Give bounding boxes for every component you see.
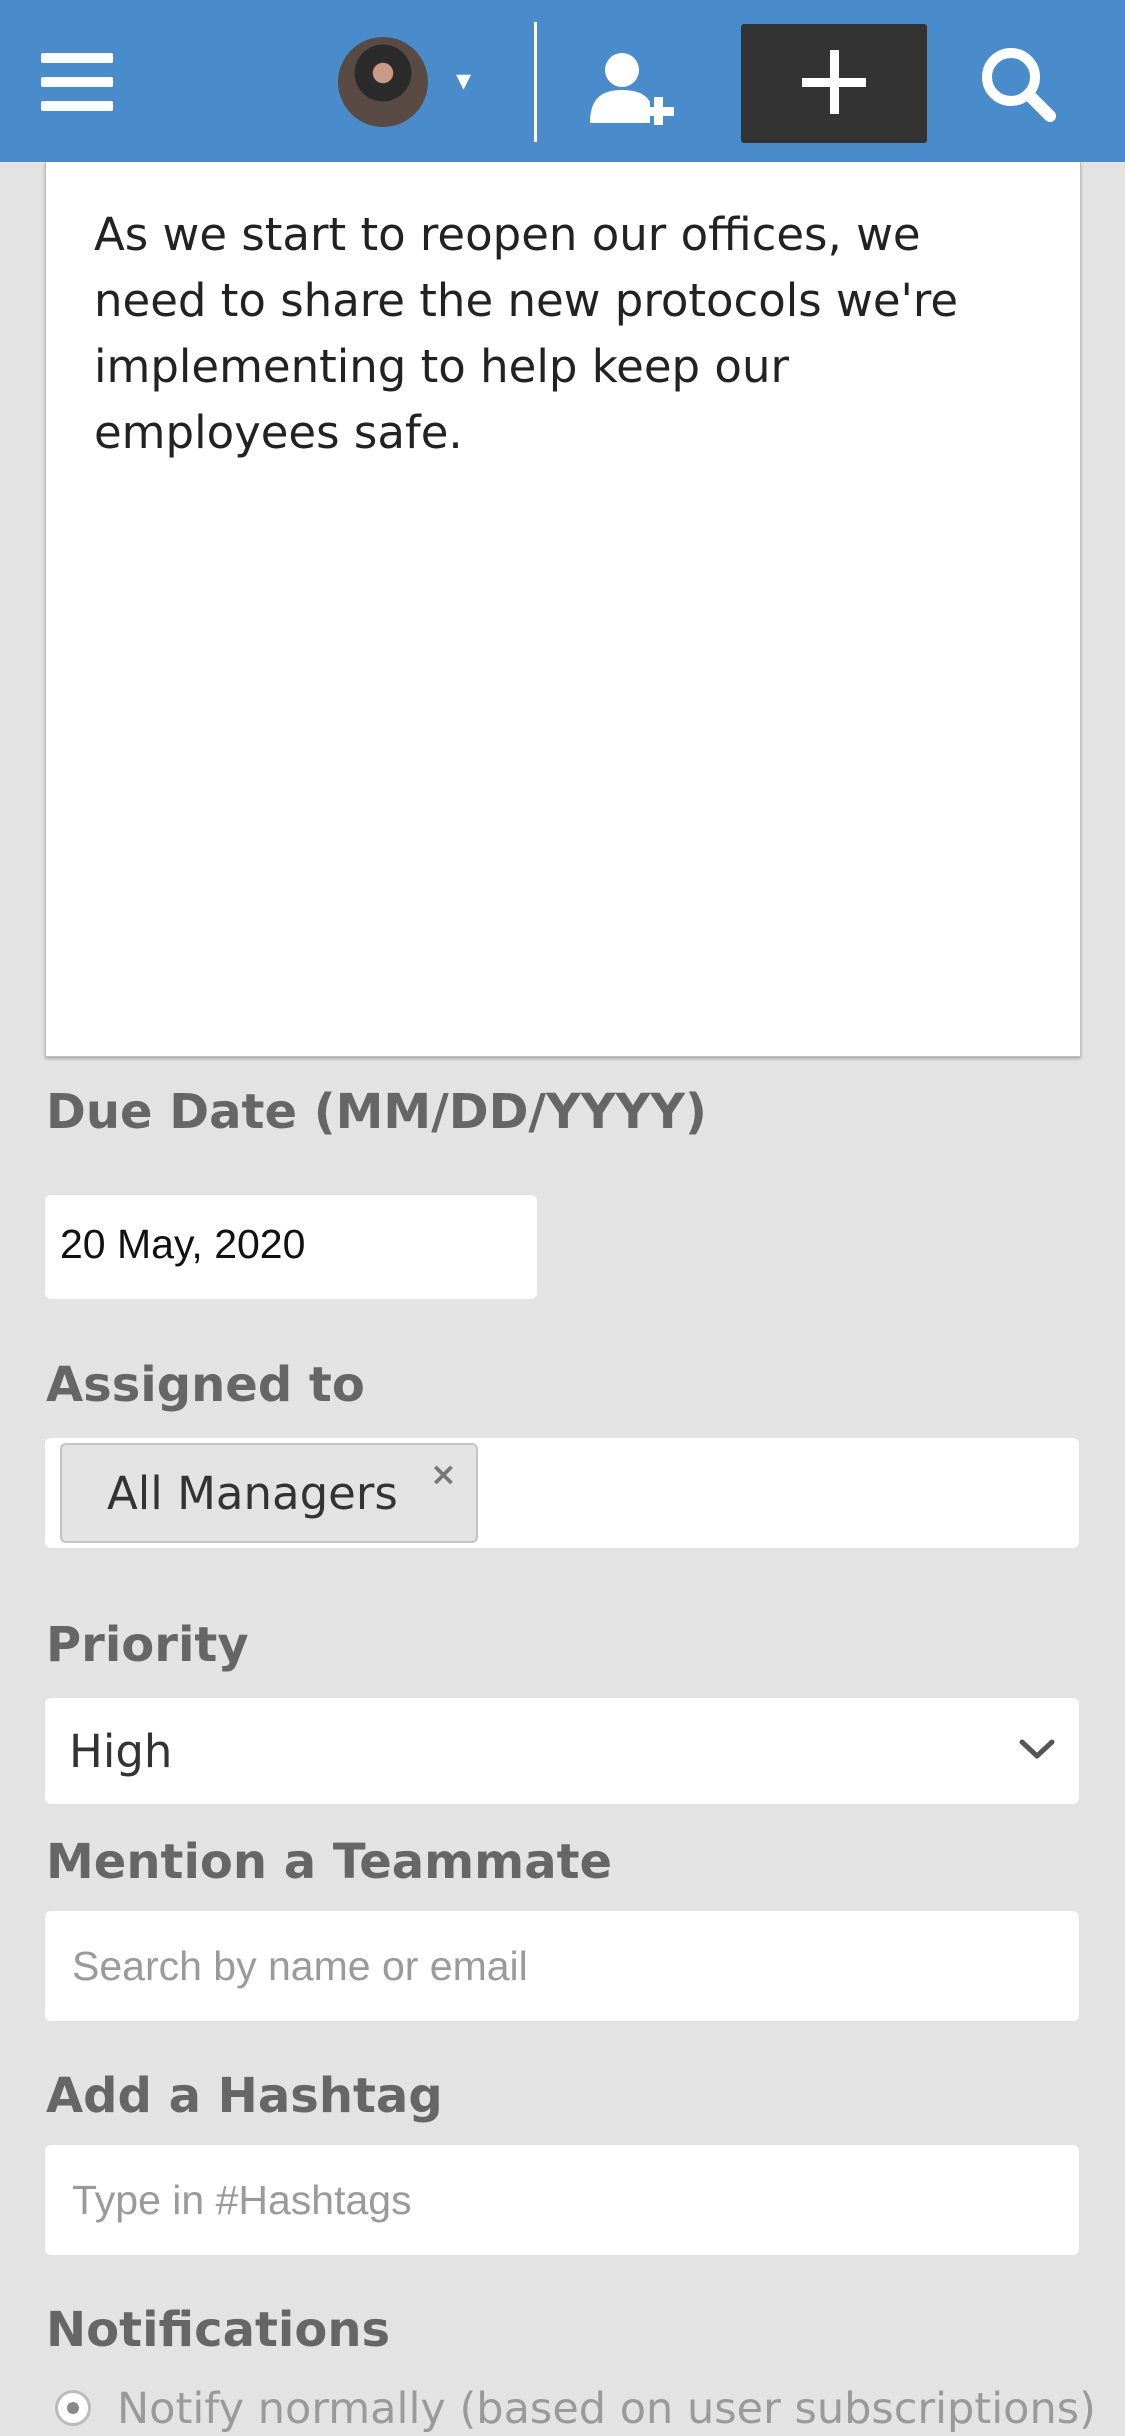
hamburger-menu-icon[interactable] bbox=[41, 53, 113, 111]
priority-select[interactable]: High bbox=[45, 1698, 1079, 1804]
due-date-value: 20 May, 2020 bbox=[60, 1221, 306, 1267]
top-navigation-bar: ▾ bbox=[0, 0, 1125, 162]
remove-chip-icon[interactable]: × bbox=[430, 1455, 457, 1493]
priority-label: Priority bbox=[46, 1617, 249, 1673]
description-textarea[interactable]: As we start to reopen our offices, we ne… bbox=[45, 162, 1081, 1057]
due-date-field[interactable]: 20 May, 2020 bbox=[45, 1195, 537, 1299]
avatar-dropdown-caret-icon[interactable]: ▾ bbox=[456, 66, 471, 96]
search-icon[interactable] bbox=[978, 44, 1058, 124]
description-text: As we start to reopen our offices, we ne… bbox=[94, 208, 959, 459]
header-divider bbox=[534, 22, 537, 142]
assigned-to-field[interactable]: All Managers × bbox=[45, 1438, 1079, 1548]
priority-selected-value: High bbox=[69, 1725, 173, 1778]
add-user-icon[interactable] bbox=[588, 50, 688, 125]
assignee-chip: All Managers × bbox=[60, 1443, 478, 1543]
create-new-button[interactable] bbox=[741, 24, 927, 143]
hashtag-label: Add a Hashtag bbox=[46, 2068, 443, 2124]
notify-normally-label[interactable]: Notify normally (based on user subscript… bbox=[117, 2384, 1096, 2434]
notifications-label: Notifications bbox=[46, 2302, 391, 2358]
assigned-to-label: Assigned to bbox=[46, 1357, 365, 1413]
hashtag-input[interactable] bbox=[45, 2145, 1079, 2255]
user-avatar[interactable] bbox=[338, 37, 428, 127]
mention-label: Mention a Teammate bbox=[46, 1834, 613, 1890]
chevron-down-icon bbox=[1019, 1739, 1055, 1759]
assignee-chip-label: All Managers bbox=[107, 1467, 398, 1520]
notify-normally-radio[interactable] bbox=[55, 2390, 91, 2426]
mention-search-input[interactable] bbox=[45, 1911, 1079, 2021]
due-date-label: Due Date (MM/DD/YYYY) bbox=[46, 1084, 707, 1140]
